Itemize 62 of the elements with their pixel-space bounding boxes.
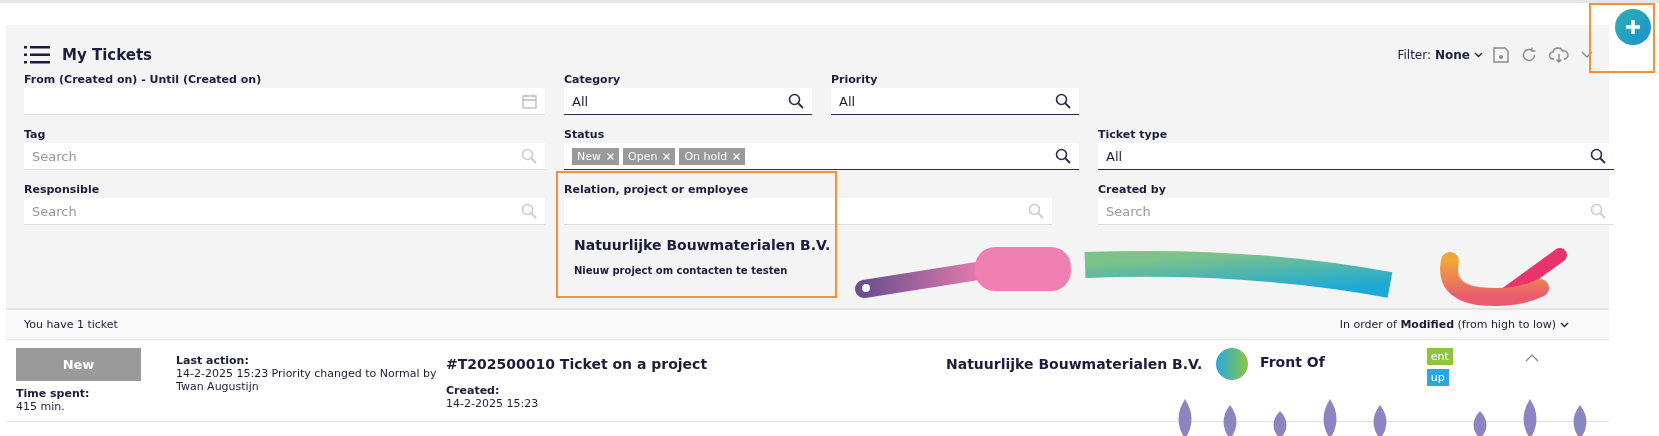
created-date: 14-2-2025 15:23 — [446, 397, 540, 410]
field-label: Created by — [1098, 182, 1167, 198]
calendar-icon — [522, 93, 537, 109]
sort-order[interactable]: In order of Modified (from high to low) — [1339, 318, 1569, 331]
last-action-label: Last action: — [176, 354, 250, 367]
ticket-tag: up — [1426, 369, 1449, 386]
field-label: Status — [564, 127, 606, 143]
add-button[interactable] — [1615, 9, 1651, 45]
last-action: 14-2-2025 15:23 Priority changed to Normal by Twan Augustijn — [176, 367, 438, 393]
date-range-field[interactable] — [24, 88, 545, 115]
field-label: From (Created on) - Until (Created on) — [24, 72, 263, 88]
created-label: Created: — [446, 384, 501, 397]
globe-avatar-icon — [1216, 348, 1248, 380]
caret-down-icon — [1560, 321, 1569, 328]
ticket-tag: ent — [1426, 348, 1453, 365]
search-icon — [521, 203, 537, 219]
input-field[interactable]: Search — [1098, 198, 1614, 225]
filter-label: Filter: — [1397, 48, 1432, 62]
input-field[interactable]: All — [1098, 143, 1614, 170]
close-icon — [733, 152, 741, 160]
status-chip[interactable]: Open — [623, 147, 676, 165]
highlight-frame — [1589, 3, 1655, 73]
menu-icon — [24, 46, 50, 64]
ticket-count: You have 1 ticket — [24, 318, 118, 331]
search-icon — [1028, 203, 1044, 219]
input-field[interactable]: Search — [24, 143, 545, 170]
search-icon — [1590, 203, 1606, 219]
search-icon — [1055, 148, 1071, 164]
input-field[interactable]: Search — [24, 198, 545, 225]
time-spent: 415 min. — [16, 400, 66, 413]
input-field[interactable] — [564, 198, 1052, 225]
field-label: Ticket type — [1098, 127, 1169, 143]
close-icon — [607, 152, 614, 160]
office-name: Front Of — [1260, 354, 1325, 372]
status-chip[interactable]: New — [572, 147, 619, 165]
field-label: Category — [564, 72, 622, 88]
search-icon — [788, 93, 804, 109]
plus-icon — [1625, 19, 1641, 35]
dropdown-option[interactable]: Natuurlijke Bouwmaterialen B.V. Nieuw project om contacten te testen — [574, 237, 831, 276]
search-icon — [1055, 93, 1071, 109]
chevron-down-icon — [1581, 51, 1593, 59]
search-icon — [521, 148, 537, 164]
page-title: My Tickets — [62, 46, 154, 64]
search-icon — [1590, 148, 1606, 164]
input-field[interactable]: All — [564, 88, 812, 115]
cloud-download-icon — [1549, 47, 1569, 63]
time-spent-label: Time spent: — [16, 387, 91, 400]
save-icon — [1493, 47, 1509, 63]
ticket-title: #T202500010 Ticket on a project — [446, 356, 709, 372]
field-label: Priority — [831, 72, 879, 88]
filter-dropdown[interactable]: None — [1435, 48, 1483, 62]
status-chip[interactable]: On hold — [679, 147, 746, 165]
input-field[interactable]: New Open On hold — [564, 143, 1079, 170]
input-field[interactable]: All — [831, 88, 1079, 115]
refresh-icon — [1521, 47, 1537, 63]
close-icon — [663, 152, 671, 160]
field-label: Relation, project or employee — [564, 182, 750, 198]
field-label: Responsible — [24, 182, 101, 198]
company-name: Natuurlijke Bouwmaterialen B.V. — [946, 356, 1204, 372]
caret-down-icon — [1474, 52, 1483, 58]
status-button[interactable]: New — [16, 348, 141, 381]
field-label: Tag — [24, 127, 47, 143]
